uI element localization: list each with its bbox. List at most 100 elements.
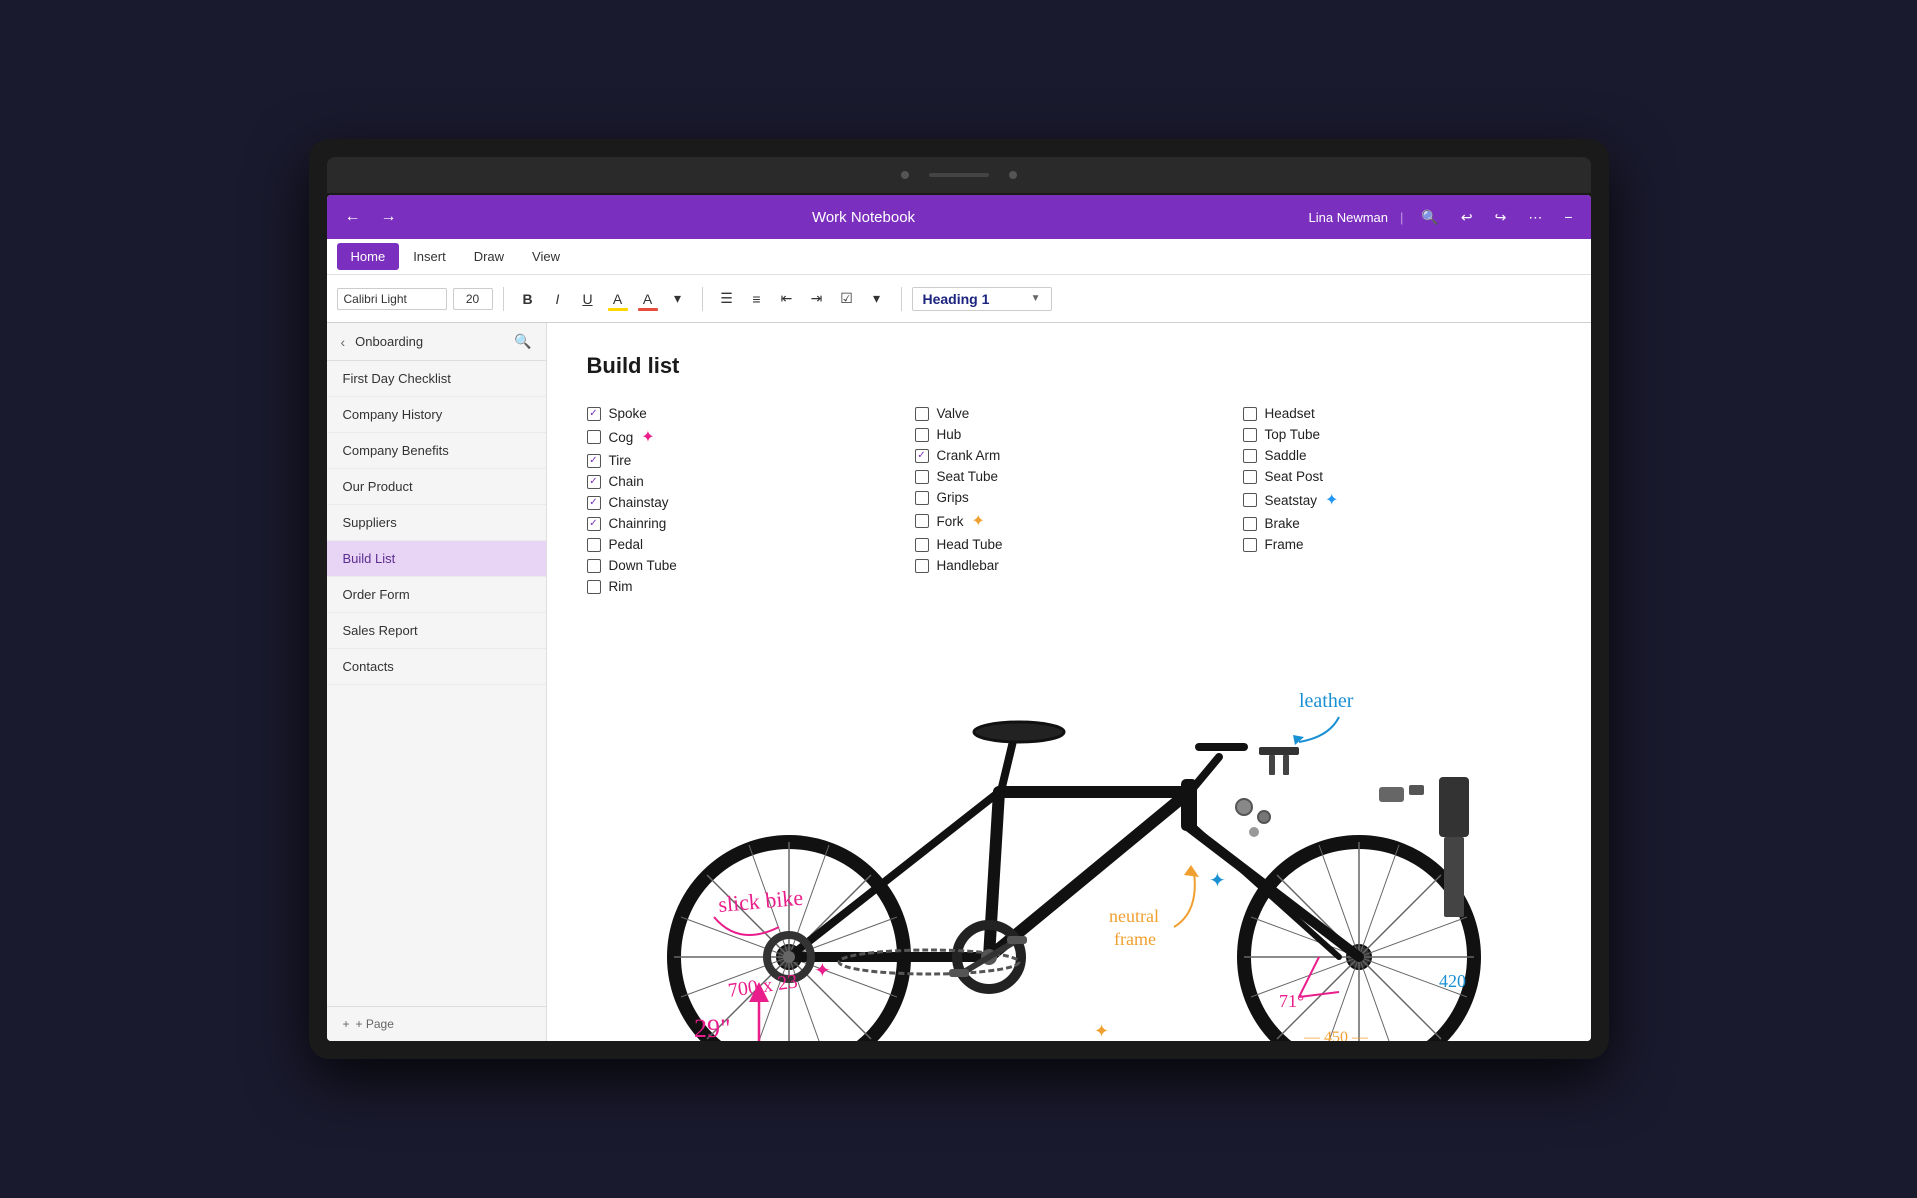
decrease-indent-button[interactable]: ⇤ bbox=[773, 285, 801, 313]
checkbox-saddle[interactable] bbox=[1243, 449, 1257, 463]
minimize-button[interactable]: − bbox=[1558, 207, 1578, 228]
tab-view[interactable]: View bbox=[518, 243, 574, 270]
checkbox-grips[interactable] bbox=[915, 491, 929, 505]
item-label: Brake bbox=[1265, 516, 1300, 531]
list-item[interactable]: Chain bbox=[587, 471, 895, 492]
font-size-input[interactable] bbox=[453, 288, 493, 310]
checkbox-hub[interactable] bbox=[915, 428, 929, 442]
more-button[interactable]: ⋯ bbox=[1522, 207, 1548, 228]
page-content[interactable]: Build list Spoke Cog ✦ bbox=[547, 323, 1591, 1041]
list-item[interactable]: Chainstay bbox=[587, 492, 895, 513]
main-content: ‹ Onboarding 🔍 First Day Checklist Compa… bbox=[327, 323, 1591, 1041]
font-color-button[interactable]: A bbox=[634, 285, 662, 313]
sidebar-item-our-product[interactable]: Our Product bbox=[327, 469, 546, 505]
tab-insert[interactable]: Insert bbox=[399, 243, 460, 270]
list-item[interactable]: Rim bbox=[587, 576, 895, 597]
increase-indent-button[interactable]: ⇥ bbox=[803, 285, 831, 313]
checkbox-brake[interactable] bbox=[1243, 517, 1257, 531]
checkbox-handlebar[interactable] bbox=[915, 559, 929, 573]
list-dropdown[interactable]: ▾ bbox=[863, 285, 891, 313]
checkbox-head-tube[interactable] bbox=[915, 538, 929, 552]
list-item[interactable]: Grips bbox=[915, 487, 1223, 508]
toolbar-divider-1 bbox=[503, 287, 504, 311]
bike-illustration-area: slick bike 700 x 23 29" bbox=[587, 617, 1551, 1041]
forward-button[interactable]: → bbox=[375, 206, 403, 228]
list-item[interactable]: Hub bbox=[915, 424, 1223, 445]
list-item[interactable]: Crank Arm bbox=[915, 445, 1223, 466]
checkbox-chainring[interactable] bbox=[587, 517, 601, 531]
undo-button[interactable]: ↩ bbox=[1455, 207, 1479, 228]
list-item[interactable]: Handlebar bbox=[915, 555, 1223, 576]
sidebar-item-contacts[interactable]: Contacts bbox=[327, 649, 546, 685]
heading-selector[interactable]: Heading 1 ▼ bbox=[912, 287, 1052, 311]
sidebar-item-company-history[interactable]: Company History bbox=[327, 397, 546, 433]
list-item[interactable]: Valve bbox=[915, 403, 1223, 424]
sidebar-title: Onboarding bbox=[355, 334, 510, 349]
sidebar-item-sales-report[interactable]: Sales Report bbox=[327, 613, 546, 649]
tab-home[interactable]: Home bbox=[337, 243, 400, 270]
underline-button[interactable]: U bbox=[574, 285, 602, 313]
toolbar: B I U A A ▾ ☰ ≡ ⇤ ⇥ ☑ ▾ bbox=[327, 275, 1591, 323]
add-page-footer[interactable]: + + Page bbox=[327, 1006, 546, 1041]
checkbox-crank-arm[interactable] bbox=[915, 449, 929, 463]
list-item[interactable]: Seat Post bbox=[1243, 466, 1551, 487]
star-icon: ✦ bbox=[641, 427, 654, 447]
checkbox-seat-tube[interactable] bbox=[915, 470, 929, 484]
list-item[interactable]: Top Tube bbox=[1243, 424, 1551, 445]
heading-dropdown-arrow: ▼ bbox=[1031, 293, 1041, 304]
list-item[interactable]: Cog ✦ bbox=[587, 424, 895, 450]
sidebar-header: ‹ Onboarding 🔍 bbox=[327, 323, 546, 361]
format-dropdown[interactable]: ▾ bbox=[664, 285, 692, 313]
list-item[interactable]: Brake bbox=[1243, 513, 1551, 534]
checkbox-chain[interactable] bbox=[587, 475, 601, 489]
sidebar-search-button[interactable]: 🔍 bbox=[510, 331, 535, 352]
svg-text:leather: leather bbox=[1299, 690, 1354, 712]
list-item[interactable]: Frame bbox=[1243, 534, 1551, 555]
sidebar-item-build-list[interactable]: Build List bbox=[327, 541, 546, 577]
checkbox-rim[interactable] bbox=[587, 580, 601, 594]
numbered-list-button[interactable]: ≡ bbox=[743, 285, 771, 313]
checkbox-tire[interactable] bbox=[587, 454, 601, 468]
list-item[interactable]: Chainring bbox=[587, 513, 895, 534]
checkbox-valve[interactable] bbox=[915, 407, 929, 421]
checkbox-pedal[interactable] bbox=[587, 538, 601, 552]
redo-button[interactable]: ↪ bbox=[1489, 207, 1513, 228]
bold-button[interactable]: B bbox=[514, 285, 542, 313]
checkbox-headset[interactable] bbox=[1243, 407, 1257, 421]
checkbox-top-tube[interactable] bbox=[1243, 428, 1257, 442]
list-item[interactable]: Down Tube bbox=[587, 555, 895, 576]
search-icon[interactable]: 🔍 bbox=[1415, 207, 1444, 228]
checkbox-frame[interactable] bbox=[1243, 538, 1257, 552]
sidebar-item-order-form[interactable]: Order Form bbox=[327, 577, 546, 613]
item-label: Hub bbox=[937, 427, 962, 442]
tab-draw[interactable]: Draw bbox=[460, 243, 518, 270]
list-item[interactable]: Tire bbox=[587, 450, 895, 471]
checkbox-seatstay[interactable] bbox=[1243, 493, 1257, 507]
list-item[interactable]: Seat Tube bbox=[915, 466, 1223, 487]
toolbar-divider-3 bbox=[901, 287, 902, 311]
sidebar-item-company-benefits[interactable]: Company Benefits bbox=[327, 433, 546, 469]
sidebar: ‹ Onboarding 🔍 First Day Checklist Compa… bbox=[327, 323, 547, 1041]
italic-button[interactable]: I bbox=[544, 285, 572, 313]
list-item[interactable]: Seatstay ✦ bbox=[1243, 487, 1551, 513]
checkbox-cog[interactable] bbox=[587, 430, 601, 444]
checkbox-button[interactable]: ☑ bbox=[833, 285, 861, 313]
font-name-input[interactable] bbox=[337, 288, 447, 310]
list-item[interactable]: Saddle bbox=[1243, 445, 1551, 466]
highlight-button[interactable]: A bbox=[604, 285, 632, 313]
list-item[interactable]: Pedal bbox=[587, 534, 895, 555]
list-item[interactable]: Spoke bbox=[587, 403, 895, 424]
checkbox-seat-post[interactable] bbox=[1243, 470, 1257, 484]
bullet-list-button[interactable]: ☰ bbox=[713, 285, 741, 313]
sidebar-item-suppliers[interactable]: Suppliers bbox=[327, 505, 546, 541]
list-item[interactable]: Fork ✦ bbox=[915, 508, 1223, 534]
checkbox-chainstay[interactable] bbox=[587, 496, 601, 510]
sidebar-back-button[interactable]: ‹ bbox=[337, 332, 350, 352]
list-item[interactable]: Headset bbox=[1243, 403, 1551, 424]
list-item[interactable]: Head Tube bbox=[915, 534, 1223, 555]
checkbox-down-tube[interactable] bbox=[587, 559, 601, 573]
back-button[interactable]: ← bbox=[339, 206, 367, 228]
checkbox-spoke[interactable] bbox=[587, 407, 601, 421]
checkbox-fork[interactable] bbox=[915, 514, 929, 528]
sidebar-item-first-day[interactable]: First Day Checklist bbox=[327, 361, 546, 397]
